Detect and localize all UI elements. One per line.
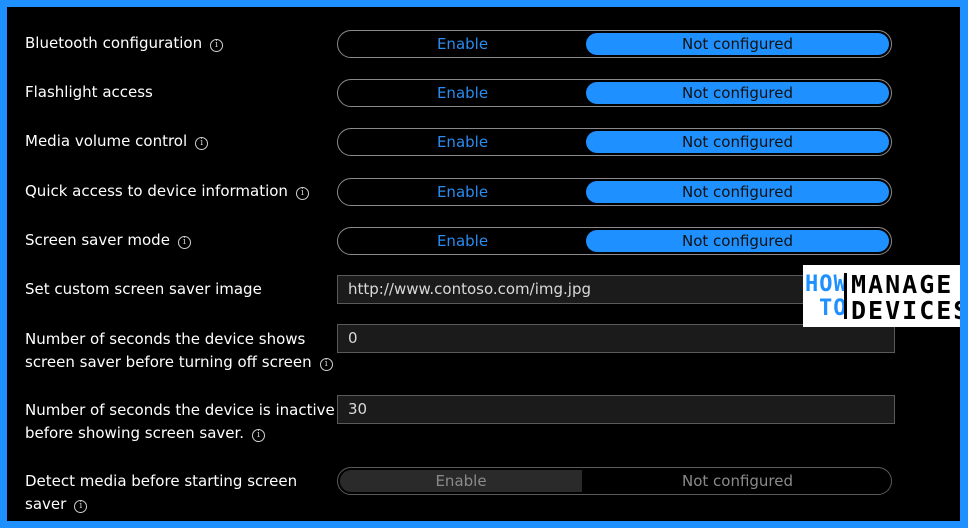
not-configured-option[interactable]: Not configured	[586, 470, 889, 492]
enable-option[interactable]: Enable	[340, 230, 585, 252]
info-icon[interactable]: i	[319, 358, 333, 371]
setting-label-media-volume: Media volume control i	[25, 130, 209, 153]
not-configured-option[interactable]: Not configured	[586, 82, 889, 104]
enable-option[interactable]: Enable	[340, 181, 585, 203]
setting-label-custom-image: Set custom screen saver image	[25, 280, 262, 298]
seconds-off-input[interactable]: 0	[337, 324, 895, 353]
not-configured-option[interactable]: Not configured	[586, 181, 889, 203]
enable-option[interactable]: Enable	[340, 33, 585, 55]
logo-devices: DEVICES	[851, 296, 960, 325]
screen-saver-toggle[interactable]: Enable Not configured	[337, 227, 892, 255]
settings-panel: Bluetooth configuration i Enable Not conf…	[7, 7, 960, 521]
info-icon[interactable]: i	[195, 137, 209, 150]
media-volume-toggle[interactable]: Enable Not configured	[337, 128, 892, 156]
setting-label-seconds-off: Number of seconds the device shows scree…	[25, 328, 333, 374]
setting-label-quick-access: Quick access to device information i	[25, 180, 309, 203]
detect-media-toggle[interactable]: Enable Not configured	[337, 467, 892, 495]
setting-label-detect-media: Detect media before starting screen save…	[25, 472, 298, 513]
seconds-inactive-input[interactable]: 30	[337, 395, 895, 424]
setting-label-screen-saver: Screen saver mode i	[25, 229, 191, 252]
info-icon[interactable]: i	[74, 500, 88, 513]
info-icon[interactable]: i	[210, 39, 224, 52]
setting-label-seconds-inactive: Number of seconds the device is inactive…	[25, 401, 335, 442]
setting-label-flashlight: Flashlight access	[25, 83, 153, 101]
enable-option[interactable]: Enable	[340, 82, 585, 104]
not-configured-option[interactable]: Not configured	[586, 230, 889, 252]
info-icon[interactable]: i	[177, 236, 191, 249]
logo-divider	[844, 273, 847, 319]
not-configured-option[interactable]: Not configured	[586, 33, 889, 55]
setting-label-bluetooth: Bluetooth configuration i	[25, 32, 224, 55]
flashlight-toggle[interactable]: Enable Not configured	[337, 79, 892, 107]
logo-manage: MANAGE	[851, 270, 954, 299]
howtomanagedevices-logo: HOW TO MANAGE DEVICES	[803, 265, 960, 327]
enable-option[interactable]: Enable	[340, 470, 582, 492]
logo-how: HOW	[805, 272, 848, 297]
not-configured-option[interactable]: Not configured	[586, 131, 889, 153]
quick-access-toggle[interactable]: Enable Not configured	[337, 178, 892, 206]
info-icon[interactable]: i	[252, 429, 266, 442]
enable-option[interactable]: Enable	[340, 131, 585, 153]
info-icon[interactable]: i	[295, 187, 309, 200]
bluetooth-toggle[interactable]: Enable Not configured	[337, 30, 892, 58]
